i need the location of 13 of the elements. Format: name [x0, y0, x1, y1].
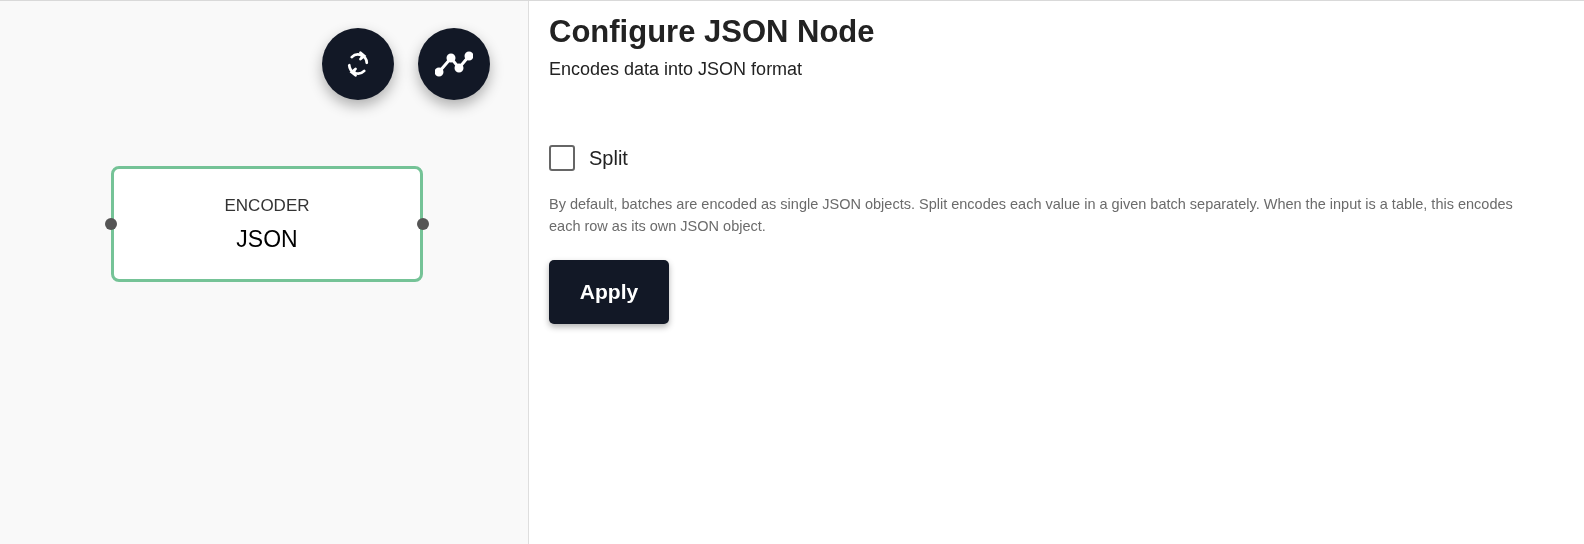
split-checkbox[interactable]: [549, 144, 575, 171]
panel-subtitle: Encodes data into JSON format: [549, 57, 803, 81]
node-category: ENCODER: [224, 197, 310, 214]
node-name: JSON: [236, 228, 298, 251]
split-label: Split: [589, 145, 628, 171]
input-port[interactable]: [105, 218, 117, 230]
chart-button[interactable]: [418, 28, 490, 100]
apply-button[interactable]: Apply: [549, 259, 669, 324]
line-chart-icon: [435, 51, 473, 77]
refresh-button[interactable]: [322, 28, 394, 100]
panel-title: Configure JSON Node: [549, 13, 875, 51]
split-description: By default, batches are encoded as single JSON objects. Split encodes each value in a given batch separately. When the input is a table, this encodes each row as its own JSON object.: [549, 194, 1514, 236]
encoder-node[interactable]: ENCODER JSON: [111, 166, 423, 282]
